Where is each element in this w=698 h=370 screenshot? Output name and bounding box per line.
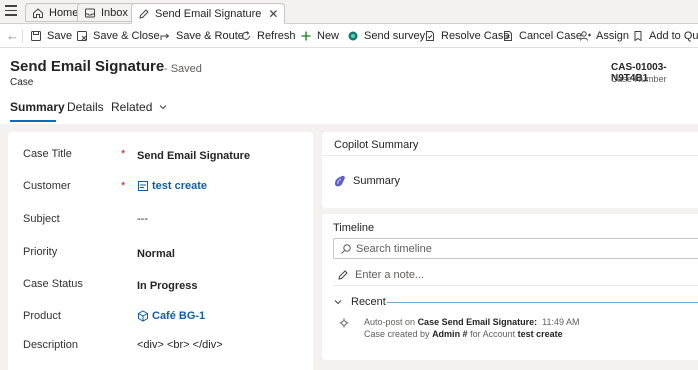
cancel-icon	[502, 30, 514, 42]
field-label-description: Description	[23, 339, 79, 351]
tab-label: Inbox	[101, 6, 128, 19]
tab-details[interactable]: Details	[67, 100, 104, 114]
search-icon	[340, 243, 352, 255]
product-icon	[137, 310, 149, 322]
save-button[interactable]: Save	[30, 28, 72, 44]
tab-inbox[interactable]: Inbox	[77, 3, 135, 22]
auto-post-icon	[338, 317, 350, 329]
field-label-priority: Priority	[23, 246, 58, 258]
timeline-post-line2: Case created by Admin # for Account test…	[364, 329, 563, 339]
hamburger-menu-icon[interactable]	[5, 5, 17, 17]
send-survey-button[interactable]: Send survey	[347, 28, 425, 44]
note-input[interactable]: Enter a note...	[333, 265, 698, 286]
tab-label: Home	[49, 6, 79, 19]
recent-section-toggle[interactable]: Recent	[333, 296, 386, 308]
refresh-button[interactable]: Refresh	[240, 28, 296, 44]
new-button[interactable]: New	[300, 28, 339, 44]
field-label-subject: Subject	[23, 213, 60, 225]
assign-button[interactable]: Assign	[579, 28, 629, 44]
case-number-label: Case Number	[611, 74, 667, 84]
record-title: Send Email Signature	[10, 58, 165, 75]
close-icon[interactable]: ✕	[268, 7, 278, 21]
description-value[interactable]: <div> <br> </div>	[137, 339, 223, 351]
product-lookup[interactable]: Café BG-1	[137, 310, 205, 322]
save-route-button[interactable]: Save & Route	[159, 28, 244, 44]
command-bar: ← Save Save & Close Save & Route Refresh…	[0, 24, 698, 48]
field-label-customer: Customer	[23, 180, 71, 192]
subject-value[interactable]: ---	[137, 213, 148, 225]
back-arrow-icon[interactable]: ←	[6, 28, 19, 43]
copilot-icon	[333, 174, 347, 188]
divider	[387, 302, 698, 303]
account-icon	[137, 180, 149, 192]
required-indicator: *	[121, 180, 126, 192]
case-status-value[interactable]: In Progress	[137, 280, 198, 292]
case-title-value[interactable]: Send Email Signature	[137, 150, 250, 162]
record-header: Send Email Signature - Saved Case CAS-01…	[0, 48, 698, 124]
tab-related[interactable]: Related	[111, 100, 168, 114]
tab-label: Send Email Signature	[155, 7, 262, 20]
pencil-icon	[138, 8, 150, 20]
cancel-case-button[interactable]: Cancel Case	[502, 28, 582, 44]
resolve-case-button[interactable]: Resolve Case	[424, 28, 509, 44]
customer-lookup[interactable]: test create	[137, 180, 207, 192]
plus-icon	[300, 30, 312, 42]
tab-summary[interactable]: Summary	[10, 100, 65, 114]
tab-send-email-signature[interactable]: Send Email Signature ✕	[131, 3, 286, 24]
save-close-button[interactable]: Save & Close	[76, 28, 160, 44]
copilot-summary-title: Copilot Summary	[334, 139, 419, 151]
pencil-icon	[337, 269, 349, 281]
survey-icon	[347, 30, 359, 42]
required-indicator: *	[121, 148, 126, 160]
timeline-title: Timeline	[333, 222, 375, 234]
route-icon	[159, 30, 171, 42]
priority-value[interactable]: Normal	[137, 248, 175, 260]
save-icon	[30, 30, 42, 42]
field-label-case-status: Case Status	[23, 278, 83, 290]
queue-icon	[632, 30, 644, 42]
copilot-summary-button[interactable]: Summary	[333, 174, 400, 188]
save-status: - Saved	[164, 63, 202, 75]
summary-label: Summary	[353, 175, 401, 187]
field-label-product: Product	[23, 310, 61, 322]
divider	[22, 29, 23, 43]
save-close-icon	[76, 30, 88, 42]
assign-icon	[579, 30, 591, 42]
field-label-case-title: Case Title	[23, 148, 72, 160]
resolve-icon	[424, 30, 436, 42]
entity-name: Case	[10, 77, 34, 88]
refresh-icon	[240, 30, 252, 42]
inbox-icon	[84, 7, 96, 19]
active-tab-indicator	[10, 120, 56, 122]
chevron-down-icon	[158, 102, 168, 112]
app-tab-strip: Home Inbox Send Email Signature ✕	[0, 0, 698, 24]
home-icon	[32, 7, 44, 19]
divider	[322, 155, 698, 156]
chevron-down-icon	[333, 297, 343, 307]
add-to-queue-button[interactable]: Add to Queu	[632, 28, 698, 44]
timeline-search-input[interactable]: Search timeline	[333, 238, 698, 259]
timeline-post-line1[interactable]: Auto-post on Case Send Email Signature: …	[364, 317, 579, 327]
